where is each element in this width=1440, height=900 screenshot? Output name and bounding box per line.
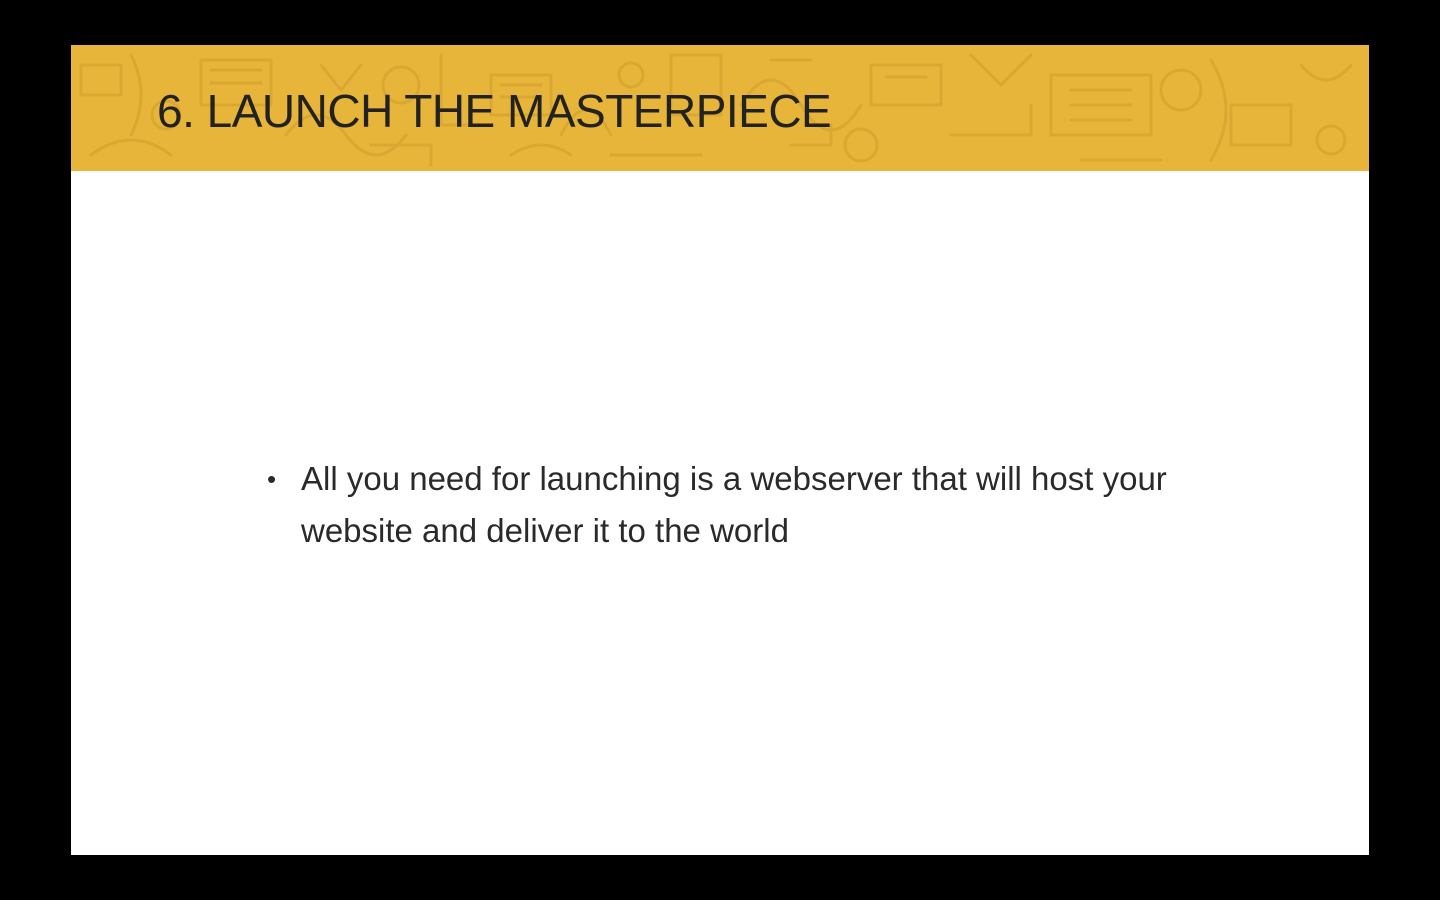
slide-body: • All you need for launching is a webser… [267, 453, 1167, 557]
slide: 6. LAUNCH THE MASTERPIECE • All you need… [71, 45, 1369, 855]
bullet-marker: • [267, 464, 277, 494]
slide-header-band: 6. LAUNCH THE MASTERPIECE [71, 45, 1369, 171]
bullet-list: • All you need for launching is a webser… [267, 453, 1167, 557]
slide-title: 6. LAUNCH THE MASTERPIECE [157, 85, 832, 137]
presentation-viewer: 6. LAUNCH THE MASTERPIECE • All you need… [0, 0, 1440, 900]
bullet-text: All you need for launching is a webserve… [301, 460, 1167, 549]
bullet-item: • All you need for launching is a webser… [267, 453, 1167, 557]
